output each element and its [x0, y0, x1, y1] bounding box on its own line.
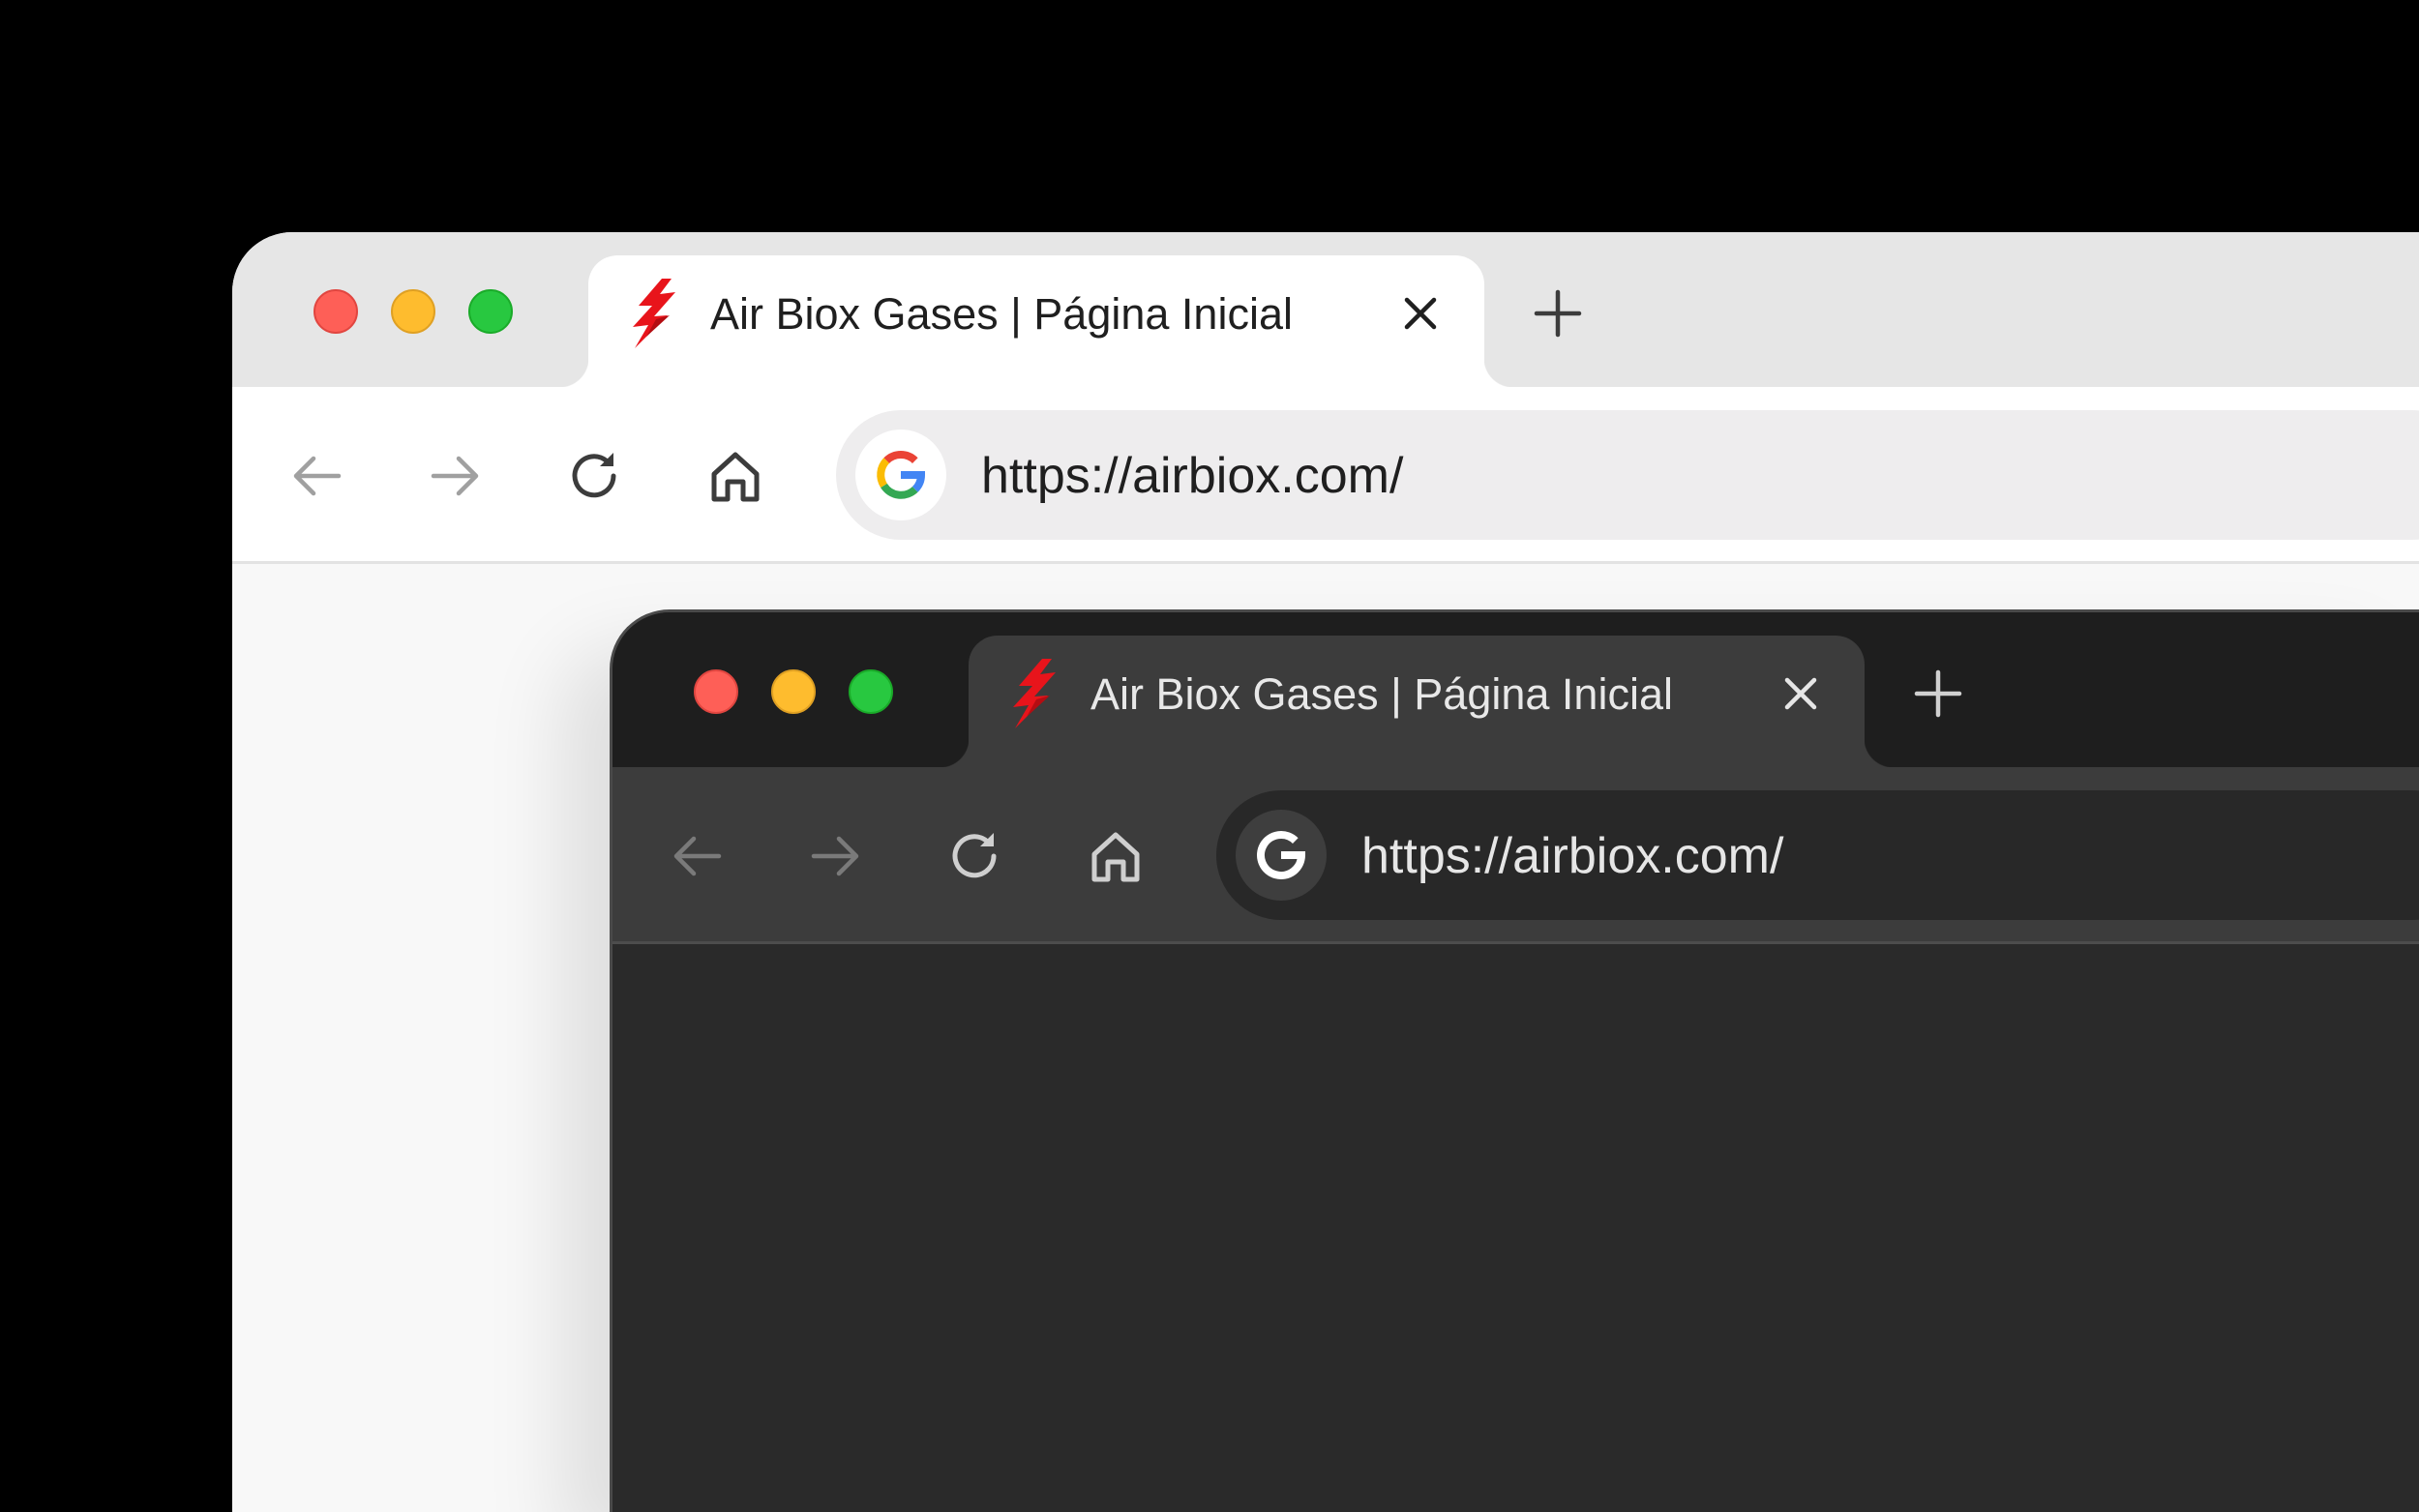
home-icon[interactable]: [1087, 827, 1145, 885]
google-g-icon: [877, 451, 926, 499]
minimize-window-button[interactable]: [771, 669, 816, 714]
navigation-toolbar: https://airbiox.com/: [232, 387, 2419, 564]
site-info-badge[interactable]: [1236, 810, 1327, 901]
active-tab[interactable]: Air Biox Gases | Página Inicial: [940, 636, 1894, 767]
dark-browser-window: Air Biox Gases | Página Inicial https://…: [610, 609, 2419, 1512]
close-window-button[interactable]: [314, 289, 358, 334]
site-info-badge[interactable]: [855, 430, 946, 520]
address-bar[interactable]: https://airbiox.com/: [836, 410, 2419, 540]
url-text[interactable]: https://airbiox.com/: [1361, 827, 1783, 885]
navigation-toolbar: https://airbiox.com/: [612, 767, 2419, 944]
tab-strip: Air Biox Gases | Página Inicial: [232, 232, 2419, 387]
plus-icon[interactable]: [1911, 667, 1965, 721]
home-icon[interactable]: [706, 447, 764, 505]
minimize-window-button[interactable]: [391, 289, 435, 334]
arrow-left-icon[interactable]: [288, 447, 346, 505]
close-window-button[interactable]: [694, 669, 738, 714]
page-content-area: [612, 944, 2419, 1512]
url-text[interactable]: https://airbiox.com/: [981, 447, 1403, 505]
zoom-window-button[interactable]: [849, 669, 893, 714]
reload-icon[interactable]: [947, 827, 1005, 885]
lightning-bolt-icon: [1013, 659, 1056, 728]
tab-strip: Air Biox Gases | Página Inicial: [612, 612, 2419, 767]
tab-title: Air Biox Gases | Página Inicial: [710, 289, 1293, 339]
arrow-right-icon[interactable]: [426, 447, 484, 505]
reload-icon[interactable]: [567, 447, 625, 505]
plus-icon[interactable]: [1531, 286, 1585, 341]
close-icon[interactable]: [1777, 670, 1824, 717]
address-bar[interactable]: https://airbiox.com/: [1216, 790, 2419, 920]
google-g-icon: [1257, 831, 1306, 879]
arrow-left-icon[interactable]: [669, 827, 727, 885]
lightning-bolt-icon: [633, 279, 675, 348]
active-tab[interactable]: Air Biox Gases | Página Inicial: [559, 255, 1513, 387]
arrow-right-icon[interactable]: [806, 827, 864, 885]
close-icon[interactable]: [1397, 290, 1444, 337]
tab-title: Air Biox Gases | Página Inicial: [1090, 669, 1673, 719]
zoom-window-button[interactable]: [468, 289, 513, 334]
